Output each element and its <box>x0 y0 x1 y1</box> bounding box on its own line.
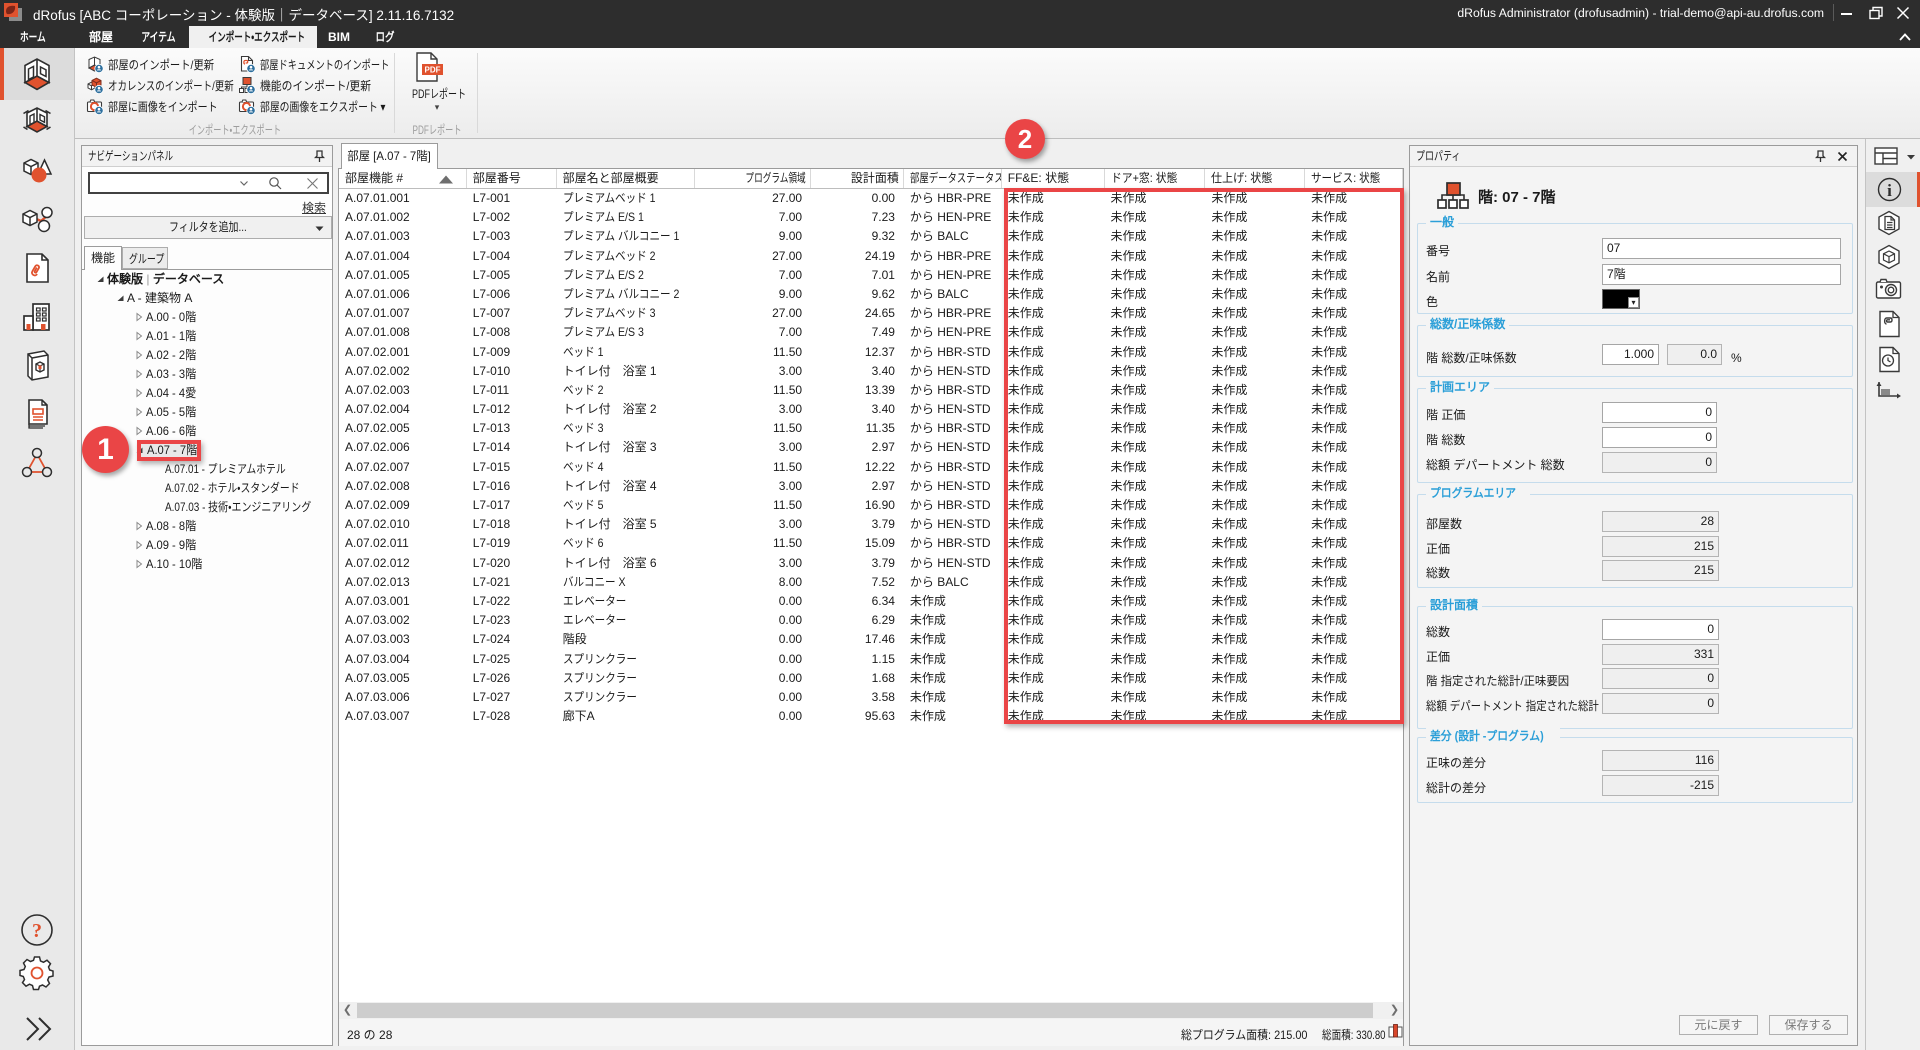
svg-text:?: ? <box>32 920 42 942</box>
svg-text:PDF: PDF <box>425 66 441 75</box>
svg-text:i: i <box>1887 181 1892 200</box>
